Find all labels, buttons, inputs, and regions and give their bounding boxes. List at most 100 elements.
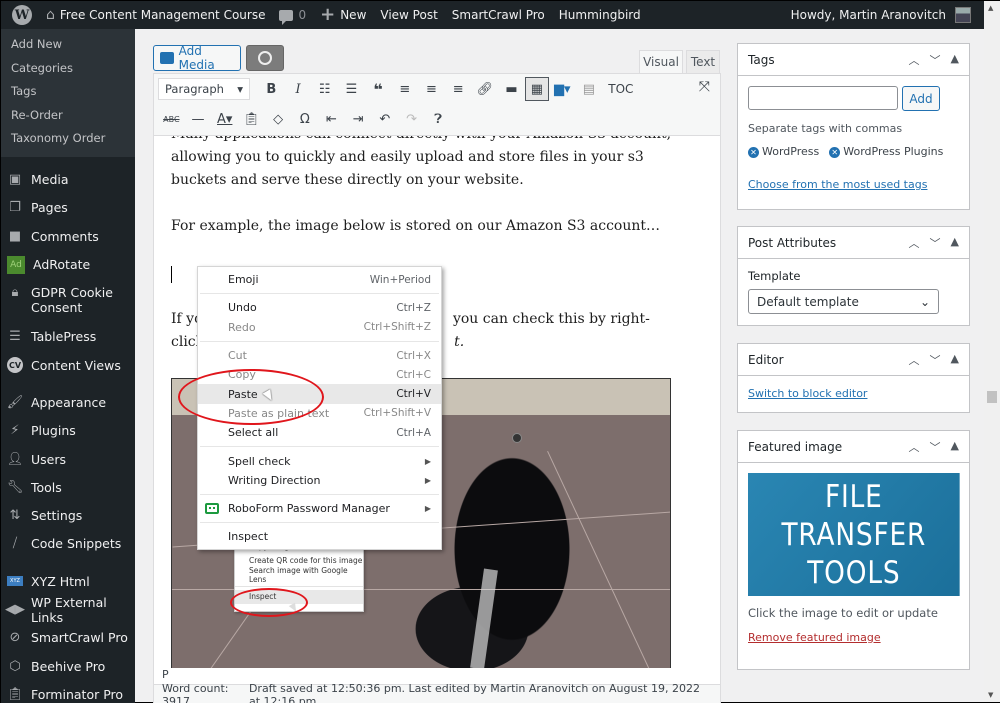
sidebar-item-settings[interactable]: ⇅ Settings bbox=[1, 501, 135, 529]
scrollbar-thumb[interactable] bbox=[987, 391, 997, 403]
special-character-button[interactable]: Ω bbox=[291, 107, 318, 131]
move-up-icon[interactable]: ︿ bbox=[909, 52, 920, 68]
sidebar-item-content-views[interactable]: CV Content Views bbox=[1, 351, 135, 379]
remove-featured-image-link[interactable]: Remove featured image bbox=[748, 631, 881, 644]
menu-item-undo[interactable]: Undo Ctrl+Z bbox=[198, 298, 441, 317]
move-up-icon[interactable]: ︿ bbox=[909, 235, 920, 251]
indent-button[interactable]: ⇥ bbox=[345, 107, 372, 131]
most-used-tags-link[interactable]: Choose from the most used tags bbox=[748, 178, 927, 191]
sidebar-item-pages[interactable]: ❐ Pages bbox=[1, 194, 135, 222]
sidebar-item-code-snippets[interactable]: ⧸ Code Snippets bbox=[1, 530, 135, 558]
clear-formatting-button[interactable]: ◇ bbox=[265, 107, 292, 131]
sidebar-item-gdpr[interactable]: 🔒︎ GDPR Cookie Consent bbox=[1, 279, 135, 323]
sidebar-item-beehive[interactable]: ⬡ Beehive Pro bbox=[1, 652, 135, 680]
sidebar-item-smartcrawl[interactable]: ⊘ SmartCrawl Pro bbox=[1, 624, 135, 652]
format-select[interactable]: Paragraph ▾ bbox=[158, 78, 250, 100]
align-center-button[interactable]: ≡ bbox=[418, 77, 445, 101]
sidebar-item-appearance[interactable]: 🖌︎ Appearance bbox=[1, 388, 135, 416]
scroll-down-icon[interactable]: ▼ bbox=[988, 691, 993, 699]
sidebar-item-xyz-html[interactable]: XYZ XYZ Html bbox=[1, 567, 135, 595]
menu-item-roboform[interactable]: RoboForm Password Manager ▶ bbox=[198, 499, 441, 518]
menu-item-inspect-image[interactable]: Inspect bbox=[235, 589, 363, 604]
paste-text-button[interactable]: 📋︎ bbox=[238, 107, 265, 131]
template-select[interactable]: Default template ⌄ bbox=[748, 289, 939, 314]
submenu-re-order[interactable]: Re-Order bbox=[1, 104, 135, 128]
strikethrough-button[interactable]: ABC bbox=[158, 107, 185, 131]
submenu-taxonomy-order[interactable]: Taxonomy Order bbox=[1, 127, 135, 151]
submenu-tags[interactable]: Tags bbox=[1, 80, 135, 104]
menu-item-writing-direction[interactable]: Writing Direction ▶ bbox=[198, 471, 441, 490]
menu-item-google-lens[interactable]: Search image with Google Lens bbox=[235, 566, 363, 584]
sidebar-item-forminator[interactable]: 📋︎ Forminator Pro bbox=[1, 680, 135, 703]
sidebar-item-tools[interactable]: 🔧︎ Tools bbox=[1, 473, 135, 501]
scroll-up-icon[interactable]: ▲ bbox=[988, 4, 993, 12]
switch-block-editor-link[interactable]: Switch to block editor bbox=[748, 387, 867, 400]
help-icon[interactable]: ❓︎ bbox=[425, 107, 452, 131]
text-color-button[interactable]: A▾ bbox=[211, 107, 238, 131]
menu-item-copy[interactable]: Copy Ctrl+C bbox=[198, 365, 441, 384]
submenu-categories[interactable]: Categories bbox=[1, 57, 135, 81]
collapse-icon[interactable]: ▲ bbox=[951, 352, 959, 368]
menu-item-paste-plain[interactable]: Paste as plain text Ctrl+Shift+V bbox=[198, 404, 441, 423]
redo-button[interactable]: ↷ bbox=[398, 107, 425, 131]
menu-item-spell-check[interactable]: Spell check ▶ bbox=[198, 451, 441, 470]
blockquote-button[interactable]: ❝ bbox=[365, 77, 392, 101]
tag-input[interactable] bbox=[748, 86, 898, 110]
add-media-button[interactable]: Add Media bbox=[153, 44, 241, 72]
menu-item-cut[interactable]: Cut Ctrl+X bbox=[198, 346, 441, 365]
align-right-button[interactable]: ≡ bbox=[445, 77, 472, 101]
sidebar-item-comments[interactable]: ■ Comments bbox=[1, 222, 135, 250]
submenu-add-new[interactable]: Add New bbox=[1, 33, 135, 57]
sidebar-item-wp-external-links[interactable]: ◀▶ WP External Links bbox=[1, 595, 135, 625]
link-button[interactable]: 🔗︎ bbox=[472, 77, 499, 101]
move-down-icon[interactable]: ﹀ bbox=[930, 439, 941, 455]
hummingbird-link[interactable]: Hummingbird bbox=[552, 1, 648, 29]
smartcrawl-link[interactable]: SmartCrawl Pro bbox=[445, 1, 552, 29]
view-post-link[interactable]: View Post bbox=[373, 1, 444, 29]
numbered-list-button[interactable]: ☰ bbox=[338, 77, 365, 101]
toolbar-toggle-button[interactable]: ▦ bbox=[524, 77, 549, 101]
site-name-link[interactable]: ⌂ Free Content Management Course bbox=[39, 1, 272, 29]
bold-button[interactable]: B bbox=[258, 77, 285, 101]
sidebar-item-tablepress[interactable]: ☰ TablePress bbox=[1, 323, 135, 351]
collapse-icon[interactable]: ▲ bbox=[951, 235, 959, 251]
toc-button[interactable]: TOC bbox=[608, 82, 633, 96]
sidebar-item-plugins[interactable]: ⚡︎ Plugins bbox=[1, 417, 135, 445]
tab-visual[interactable]: Visual bbox=[639, 50, 683, 74]
fullscreen-icon[interactable]: ⤧ bbox=[699, 79, 710, 95]
add-tag-button[interactable]: Add bbox=[902, 86, 940, 111]
comments-link[interactable]: 0 bbox=[272, 1, 313, 29]
menu-item-select-all[interactable]: Select all Ctrl+A bbox=[198, 423, 441, 442]
menu-item-redo[interactable]: Redo Ctrl+Shift+Z bbox=[198, 318, 441, 337]
collapse-icon[interactable]: ▲ bbox=[951, 439, 959, 455]
page-scrollbar[interactable]: ▲ ▼ bbox=[984, 1, 1000, 702]
align-left-button[interactable]: ≡ bbox=[391, 77, 418, 101]
plugin-button[interactable] bbox=[246, 45, 284, 71]
remove-tag-icon[interactable]: ✕ bbox=[829, 147, 841, 158]
read-more-button[interactable]: ▬ bbox=[498, 77, 525, 101]
menu-item-emoji[interactable]: Emoji Win+Period bbox=[198, 270, 441, 289]
html-button[interactable]: ▆▾ bbox=[549, 77, 576, 101]
move-down-icon[interactable]: ﹀ bbox=[930, 235, 941, 251]
outdent-button[interactable]: ⇤ bbox=[318, 107, 345, 131]
sidebar-item-adrotate[interactable]: Ad AdRotate bbox=[1, 250, 135, 278]
sidebar-item-users[interactable]: 👤︎ Users bbox=[1, 445, 135, 473]
move-up-icon[interactable]: ︿ bbox=[909, 439, 920, 455]
my-account-link[interactable]: Howdy, Martin Aranovitch bbox=[784, 1, 1000, 29]
menu-item-inspect[interactable]: Inspect bbox=[198, 527, 441, 546]
italic-button[interactable]: I bbox=[285, 77, 312, 101]
featured-image[interactable]: FILE TRANSFER TOOLS bbox=[748, 473, 960, 596]
horizontal-line-button[interactable]: — bbox=[185, 107, 212, 131]
new-content-link[interactable]: + New bbox=[313, 1, 373, 29]
undo-button[interactable]: ↶ bbox=[372, 107, 399, 131]
sidebar-item-media[interactable]: ▣ Media bbox=[1, 166, 135, 194]
template-button[interactable]: ▤ bbox=[576, 77, 603, 101]
menu-item-paste[interactable]: Paste Ctrl+V bbox=[198, 384, 441, 404]
wp-logo-menu[interactable]: W bbox=[1, 1, 39, 29]
move-up-icon[interactable]: ︿ bbox=[909, 352, 920, 368]
remove-tag-icon[interactable]: ✕ bbox=[748, 147, 759, 158]
tab-text[interactable]: Text bbox=[686, 50, 720, 74]
collapse-icon[interactable]: ▲ bbox=[951, 52, 959, 68]
move-down-icon[interactable]: ﹀ bbox=[930, 52, 941, 68]
move-down-icon[interactable]: ﹀ bbox=[930, 352, 941, 368]
